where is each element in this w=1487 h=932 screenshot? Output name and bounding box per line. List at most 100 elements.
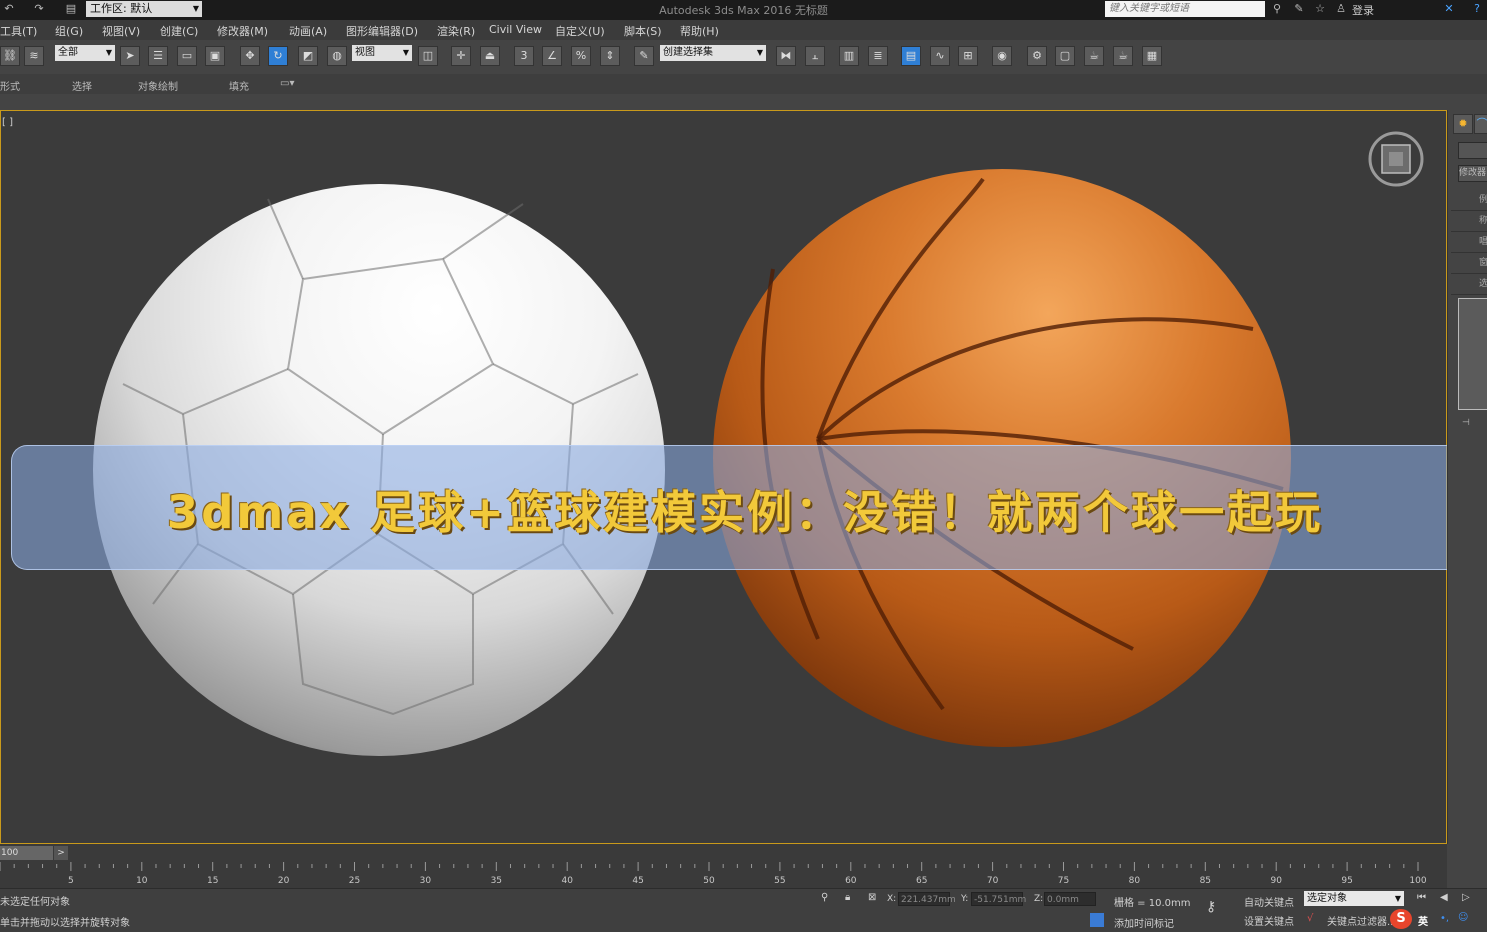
star-icon[interactable]: ☆ bbox=[1313, 2, 1327, 16]
schematic-view-icon[interactable]: ⊞ bbox=[958, 46, 978, 66]
scene-explorer-icon[interactable]: ▤ bbox=[901, 46, 921, 66]
user-icon[interactable]: ♙ bbox=[1334, 2, 1348, 16]
menu-tools[interactable]: 工具(T) bbox=[0, 23, 37, 39]
edit-named-selection-icon[interactable]: ✎ bbox=[634, 46, 654, 66]
ime-punctuation-icon[interactable]: •, bbox=[1440, 913, 1449, 924]
x-label: X: bbox=[887, 894, 897, 904]
scale-icon[interactable]: ◩ bbox=[298, 46, 318, 66]
absolute-mode-icon[interactable]: ⊠ bbox=[868, 892, 876, 903]
pivot-center-icon[interactable]: ◫ bbox=[418, 46, 438, 66]
percent-snap-icon[interactable]: % bbox=[571, 46, 591, 66]
menu-civil-view[interactable]: Civil View bbox=[489, 23, 542, 36]
play-icon[interactable]: ▷ bbox=[1462, 892, 1470, 903]
modifier-stack[interactable] bbox=[1458, 298, 1487, 410]
menu-rendering[interactable]: 渲染(R) bbox=[437, 23, 475, 39]
login-link[interactable]: 登录 bbox=[1352, 2, 1374, 18]
time-slider[interactable]: 100 bbox=[0, 846, 53, 860]
menu-create[interactable]: 创建(C) bbox=[160, 23, 198, 39]
sogou-ime-icon[interactable]: S bbox=[1390, 909, 1412, 929]
keyboard-shortcut-icon[interactable]: ⏏ bbox=[480, 46, 500, 66]
modifier-list-dropdown[interactable]: 修改器 bbox=[1458, 165, 1487, 182]
render-production-icon[interactable]: ☕ bbox=[1084, 46, 1104, 66]
rollout-item[interactable]: 唱 bbox=[1451, 232, 1487, 253]
render-setup-icon[interactable]: ⚙ bbox=[1027, 46, 1047, 66]
set-key-button[interactable]: 设置关键点 bbox=[1244, 913, 1294, 928]
named-selection-dropdown[interactable]: 创建选择集 ▼ bbox=[660, 45, 766, 61]
menu-modifiers[interactable]: 修改器(M) bbox=[217, 23, 268, 39]
subscription-icon[interactable]: ✎ bbox=[1292, 2, 1306, 16]
angle-snap-icon[interactable]: ∠ bbox=[542, 46, 562, 66]
menu-scripting[interactable]: 脚本(S) bbox=[624, 23, 662, 39]
rotate-icon[interactable]: ↻ bbox=[268, 46, 288, 66]
isolate-icon[interactable]: ⚲ bbox=[821, 892, 828, 903]
menu-group[interactable]: 组(G) bbox=[55, 23, 83, 39]
material-editor-icon[interactable]: ◉ bbox=[992, 46, 1012, 66]
z-coordinate-field[interactable]: 0.0mm bbox=[1044, 892, 1096, 906]
lock-icon[interactable]: 🔒︎ bbox=[845, 892, 850, 903]
add-time-tag[interactable]: 添加时间标记 bbox=[1114, 915, 1174, 930]
menu-views[interactable]: 视图(V) bbox=[102, 23, 140, 39]
next-frame-button[interactable]: > bbox=[54, 846, 68, 860]
create-tab-icon[interactable]: ✹ bbox=[1453, 114, 1473, 134]
ruler-label: 70 bbox=[987, 876, 999, 886]
help-icon[interactable]: ? bbox=[1470, 2, 1484, 16]
exchange-icon[interactable]: ✕ bbox=[1442, 2, 1456, 16]
selection-filter-dropdown[interactable]: 全部 ▼ bbox=[55, 45, 115, 61]
curve-editor-icon[interactable]: ∿ bbox=[930, 46, 950, 66]
chevron-down-icon: ▼ bbox=[402, 48, 409, 57]
link-icon[interactable]: ⛓ bbox=[0, 46, 20, 66]
ime-emoji-icon[interactable]: ☺ bbox=[1458, 912, 1468, 923]
rollout-item[interactable]: 称 bbox=[1451, 211, 1487, 232]
search-input[interactable]: 键入关键字或短语 bbox=[1105, 1, 1265, 17]
key-mode-dropdown[interactable]: 选定对象 ▼ bbox=[1304, 891, 1404, 906]
bind-spacewarp-icon[interactable]: ≋ bbox=[24, 46, 44, 66]
mirror-icon[interactable]: ⧓ bbox=[776, 46, 796, 66]
viewcube[interactable] bbox=[1367, 130, 1425, 188]
go-to-start-icon[interactable]: ⏮ bbox=[1417, 892, 1426, 903]
ribbon-tab-modeling[interactable]: 形式 bbox=[0, 78, 20, 93]
rollout-item[interactable]: 选 bbox=[1451, 274, 1487, 295]
select-object-icon[interactable]: ➤ bbox=[120, 46, 140, 66]
object-name-field[interactable] bbox=[1458, 142, 1487, 159]
viewport-label[interactable]: [ ] bbox=[2, 117, 13, 128]
align-icon[interactable]: ⫠ bbox=[805, 46, 825, 66]
rollout-item[interactable]: 窗 bbox=[1451, 253, 1487, 274]
x-coordinate-field[interactable]: 221.437mm bbox=[898, 892, 956, 906]
modify-tab-icon[interactable]: ⌒ bbox=[1474, 114, 1487, 134]
previous-frame-icon[interactable]: ◀ bbox=[1440, 892, 1448, 903]
snap-toggle-icon[interactable]: 3 bbox=[514, 46, 534, 66]
key-icon[interactable]: ⚷ bbox=[1206, 899, 1216, 915]
render-cloud-icon[interactable]: ▦ bbox=[1142, 46, 1162, 66]
layer-explorer-icon[interactable]: ▥ bbox=[839, 46, 859, 66]
place-icon[interactable]: ◍ bbox=[327, 46, 347, 66]
window-crossing-icon[interactable]: ▣ bbox=[205, 46, 225, 66]
ribbon-tab-selection[interactable]: 选择 bbox=[72, 78, 92, 93]
pin-stack-icon[interactable]: ⊣ bbox=[1462, 418, 1470, 428]
spinner-snap-icon[interactable]: ⇕ bbox=[600, 46, 620, 66]
rectangular-selection-icon[interactable]: ▭ bbox=[177, 46, 197, 66]
render-iterative-icon[interactable]: ☕ bbox=[1113, 46, 1133, 66]
menu-customize[interactable]: 自定义(U) bbox=[555, 23, 605, 39]
menu-animation[interactable]: 动画(A) bbox=[289, 23, 327, 39]
key-filters-button[interactable]: 关键点过滤器... bbox=[1327, 913, 1397, 928]
ruler-label: 60 bbox=[845, 876, 857, 886]
menu-help[interactable]: 帮助(H) bbox=[680, 23, 719, 39]
reference-coord-dropdown[interactable]: 视图 ▼ bbox=[352, 45, 412, 61]
select-manipulate-icon[interactable]: ✛ bbox=[451, 46, 471, 66]
select-by-name-icon[interactable]: ☰ bbox=[148, 46, 168, 66]
move-icon[interactable]: ✥ bbox=[240, 46, 260, 66]
track-bar[interactable]: 5 10 15 20 25 30 35 40 45 50 55 60 65 70 75 80 85 90 95 100 bbox=[0, 862, 1447, 888]
rollout-item[interactable]: 例 bbox=[1451, 190, 1487, 211]
layer-manager-icon[interactable]: ≣ bbox=[868, 46, 888, 66]
ime-mode[interactable]: 英 bbox=[1418, 913, 1428, 928]
ribbon-options-icon[interactable]: ▭▾ bbox=[280, 78, 294, 89]
y-coordinate-field[interactable]: -51.751mm bbox=[971, 892, 1026, 906]
binoculars-icon[interactable]: ⚲ bbox=[1270, 2, 1284, 16]
menu-graph-editors[interactable]: 图形编辑器(D) bbox=[346, 23, 418, 39]
time-tag-icon[interactable] bbox=[1090, 913, 1104, 927]
auto-key-button[interactable]: 自动关键点 bbox=[1244, 894, 1294, 909]
status-bar: 未选定任何对象 单击并拖动以选择并旋转对象 ⚲ 🔒︎ ⊠ X: 221.437m… bbox=[0, 888, 1487, 932]
rendered-frame-icon[interactable]: ▢ bbox=[1055, 46, 1075, 66]
ribbon-tab-object-paint[interactable]: 对象绘制 bbox=[138, 78, 178, 93]
ribbon-tab-populate[interactable]: 填充 bbox=[229, 78, 249, 93]
